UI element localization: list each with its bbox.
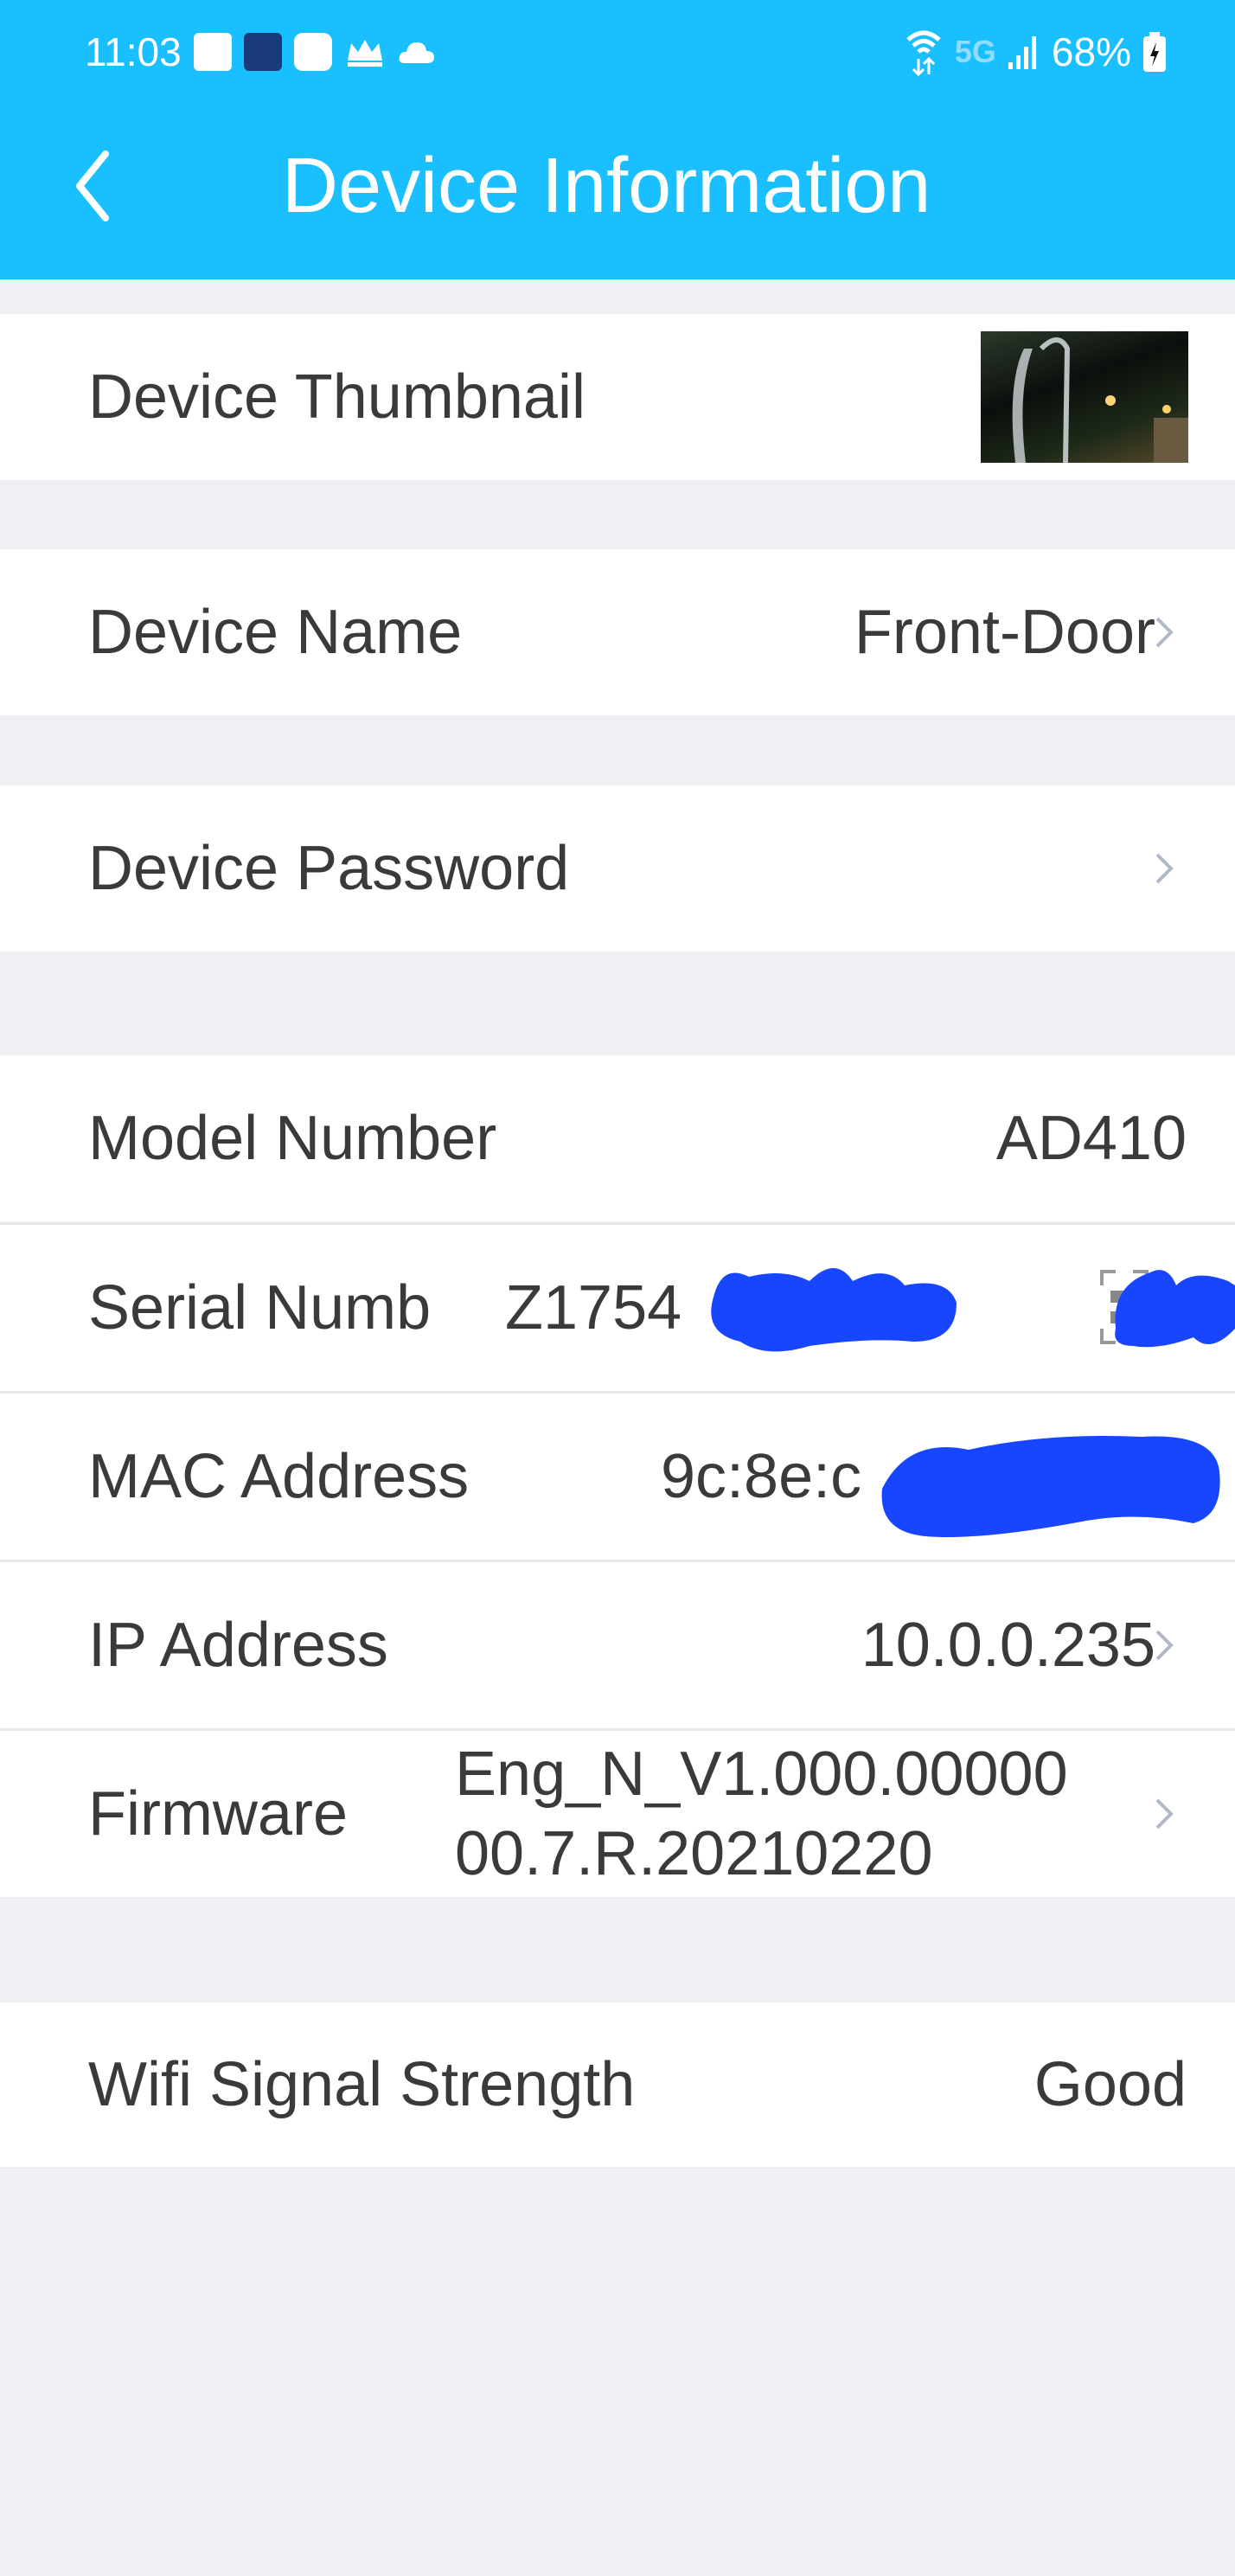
row-label: Wifi Signal Strength (88, 2050, 636, 2119)
youtube-icon (293, 33, 332, 71)
redaction-mark (711, 1268, 957, 1352)
serial-number-row: Serial Numb Z1754 (0, 1225, 1235, 1391)
device-thumbnail-row[interactable]: Device Thumbnail (0, 314, 1235, 480)
row-label: Device Password (88, 834, 570, 903)
model-number-row: Model Number AD410 (0, 1055, 1235, 1221)
cloud-icon (399, 42, 434, 63)
battery-percent: 68% (1051, 29, 1131, 74)
wifi-signal-value: Good (1033, 2050, 1187, 2119)
chevron-right-icon (1155, 1798, 1174, 1829)
row-label: MAC Address (88, 1442, 470, 1511)
chevron-right-icon (1155, 853, 1174, 884)
status-bar: 11:03 5G 68% (85, 26, 1166, 78)
app-header: 11:03 5G 68% Device Information (0, 0, 1235, 279)
row-label: IP Address (88, 1611, 388, 1680)
row-label: Device Thumbnail (88, 362, 586, 432)
ip-address-row[interactable]: IP Address 10.0.0.235 (0, 1562, 1235, 1728)
mac-address-value: 9c:8e:c (661, 1442, 862, 1511)
status-time: 11:03 (85, 29, 182, 74)
firmware-row[interactable]: Firmware Eng_N_V1.000.00000 00.7.R.20210… (0, 1731, 1235, 1897)
redaction-mark (1115, 1270, 1235, 1348)
wifi-icon (906, 30, 941, 76)
camera-app-icon (243, 33, 282, 71)
device-name-row[interactable]: Device Name Front-Door (0, 549, 1235, 715)
row-label: Model Number (88, 1104, 497, 1173)
news-icon (193, 33, 232, 71)
row-label: Device Name (88, 598, 463, 667)
ip-address-value: 10.0.0.235 (861, 1611, 1155, 1680)
model-number-value: AD410 (995, 1104, 1187, 1173)
network-type: 5G (954, 34, 996, 69)
serial-number-value: Z1754 (505, 1273, 682, 1342)
device-password-row[interactable]: Device Password (0, 785, 1235, 952)
royal-match-icon (347, 40, 382, 67)
firmware-line-2: 00.7.R.20210220 (455, 1819, 933, 1888)
chevron-right-icon (1155, 1630, 1174, 1661)
row-label: Serial Numb (88, 1273, 432, 1342)
device-name-value: Front-Door (854, 598, 1155, 667)
firmware-value: Eng_N_V1.000.00000 00.7.R.20210220 (455, 1734, 1068, 1894)
signal-icon (1008, 36, 1036, 69)
wifi-signal-row: Wifi Signal Strength Good (0, 2002, 1235, 2167)
mac-address-row: MAC Address 9c:8e:c (0, 1394, 1235, 1560)
chevron-right-icon (1155, 617, 1174, 648)
back-button[interactable] (67, 147, 119, 225)
firmware-line-1: Eng_N_V1.000.00000 (455, 1740, 1068, 1809)
page-title: Device Information (282, 143, 931, 229)
redaction-mark (881, 1436, 1220, 1537)
row-label: Firmware (88, 1779, 348, 1849)
device-thumbnail-image[interactable] (981, 331, 1188, 464)
battery-charging-icon (1143, 32, 1166, 72)
